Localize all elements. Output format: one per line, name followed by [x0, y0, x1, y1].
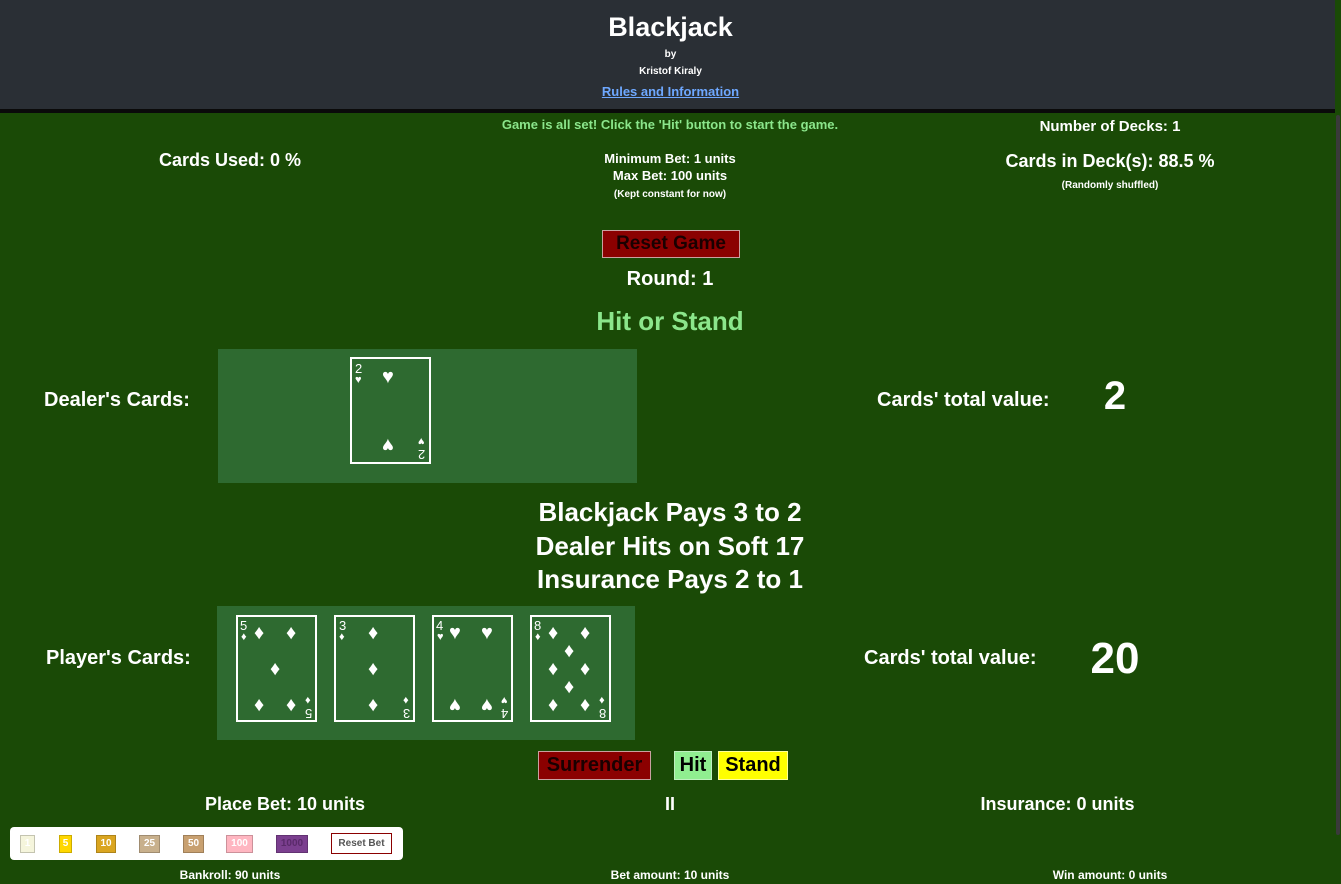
heart-icon: ♥ [501, 694, 508, 706]
card-rank: 3 [403, 706, 411, 721]
chip-50-button[interactable]: 50 [183, 835, 204, 853]
page-title: Blackjack [608, 12, 733, 42]
bankroll-display: Bankroll: 90 units [179, 868, 281, 882]
heart-icon: ♥ [355, 374, 362, 386]
scrollbar-thumb[interactable] [1336, 115, 1340, 835]
diamond-icon: ♦ [286, 622, 297, 644]
diamond-icon: ♦ [368, 694, 379, 716]
diamond-icon: ♦ [564, 640, 575, 662]
chip-1000-button[interactable]: 1000 [276, 835, 308, 853]
cards-used: Cards Used: 0 % [158, 150, 302, 170]
diamond-icon: ♦ [580, 622, 591, 644]
chip-5-button[interactable]: 5 [59, 835, 72, 853]
chip-label: 5 [62, 838, 69, 849]
status-message: Game is all set! Click the 'Hit' button … [501, 117, 839, 132]
kept-constant-note: (Kept constant for now) [613, 189, 727, 200]
chip-label: 50 [187, 838, 200, 849]
stand-button[interactable]: Stand [718, 751, 788, 780]
byline: by [664, 49, 677, 60]
chip-label: 100 [231, 838, 248, 849]
playing-card: 2 ♥ ♥ ♥ ♥ 2 [350, 357, 431, 464]
number-of-decks: Number of Decks: 1 [1039, 118, 1181, 135]
card-rank: 8 [599, 706, 607, 721]
header: Blackjack by Kristof Kiraly Rules and In… [0, 0, 1341, 113]
author-name: Kristof Kiraly [639, 66, 702, 77]
chip-label: 25 [143, 838, 156, 849]
card-rank: 4 [501, 706, 509, 721]
playing-card: 5 ♦ ♦ ♦ ♦ ♦ ♦ ♦ 5 [236, 615, 317, 722]
surrender-button[interactable]: Surrender [538, 751, 651, 780]
chip-1-button[interactable]: 1 [20, 835, 35, 853]
heart-icon: ♥ [418, 435, 425, 447]
diamond-icon: ♦ [368, 658, 379, 680]
heart-icon: ♥ [449, 694, 461, 716]
diamond-icon: ♦ [305, 694, 311, 706]
diamond-icon: ♦ [403, 694, 409, 706]
chip-label: 1000 [280, 838, 304, 849]
heart-icon: ♥ [437, 631, 444, 643]
player-cards-label: Player's Cards: [46, 647, 191, 669]
reset-bet-button[interactable]: Reset Bet [331, 833, 392, 854]
dealer-cards-label: Dealer's Cards: [44, 389, 190, 411]
diamond-icon: ♦ [548, 694, 559, 716]
hit-button[interactable]: Hit [674, 751, 712, 780]
chip-label: 10 [100, 838, 112, 849]
heart-icon: ♥ [382, 366, 394, 388]
diamond-icon: ♦ [254, 694, 265, 716]
diamond-icon: ♦ [286, 694, 297, 716]
diamond-icon: ♦ [270, 658, 281, 680]
diamond-icon: ♦ [580, 658, 591, 680]
player-value-label: Cards' total value: [864, 647, 1037, 669]
diamond-icon: ♦ [339, 631, 345, 643]
heart-icon: ♥ [481, 622, 493, 644]
chip-label: 1 [24, 838, 31, 849]
diamond-icon: ♦ [535, 631, 541, 643]
reset-game-button[interactable]: Reset Game [602, 230, 740, 258]
chip-25-button[interactable]: 25 [139, 835, 160, 853]
card-rank: 2 [418, 447, 426, 462]
card-rank: 5 [305, 706, 313, 721]
player-total-value: 20 [1090, 634, 1140, 683]
playing-card: 8 ♦ ♦ ♦ ♦ ♦ ♦ ♦ ♦ ♦ ♦ 8 [530, 615, 611, 722]
chip-10-button[interactable]: 10 [96, 835, 116, 853]
dealer-total-value: 2 [1103, 374, 1127, 418]
diamond-icon: ♦ [564, 676, 575, 698]
dealer-card-area: 2 ♥ ♥ ♥ ♥ 2 [218, 349, 637, 483]
rule-dealer-hits: Dealer Hits on Soft 17 [535, 531, 805, 561]
place-bet-display: Place Bet: 10 units [204, 794, 366, 814]
diamond-icon: ♦ [241, 631, 247, 643]
diamond-icon: ♦ [599, 694, 605, 706]
heart-icon: ♥ [481, 694, 493, 716]
cards-in-deck: Cards in Deck(s): 88.5 % [1005, 151, 1215, 171]
win-amount-display: Win amount: 0 units [1052, 868, 1168, 882]
heart-icon: ♥ [382, 434, 394, 456]
max-bet: Max Bet: 100 units [612, 168, 728, 183]
game-phase: Hit or Stand [596, 306, 744, 336]
diamond-icon: ♦ [548, 622, 559, 644]
shuffled-note: (Randomly shuffled) [1061, 180, 1159, 191]
diamond-icon: ♦ [254, 622, 265, 644]
pause-icon: II [665, 794, 676, 814]
diamond-icon: ♦ [548, 658, 559, 680]
heart-icon: ♥ [449, 622, 461, 644]
playing-card: 3 ♦ ♦ ♦ ♦ ♦ 3 [334, 615, 415, 722]
playing-card: 4 ♥ ♥ ♥ ♥ ♥ ♥ 4 [432, 615, 513, 722]
chip-100-button[interactable]: 100 [226, 835, 253, 853]
insurance-display: Insurance: 0 units [980, 794, 1135, 814]
minimum-bet: Minimum Bet: 1 units [604, 151, 736, 166]
rule-insurance-pays: Insurance Pays 2 to 1 [537, 564, 803, 594]
player-card-area: 5 ♦ ♦ ♦ ♦ ♦ ♦ ♦ 5 3 ♦ ♦ ♦ ♦ ♦ 3 4 ♥ ♥ ♥ … [217, 606, 635, 740]
round-counter: Round: 1 [626, 268, 714, 290]
dealer-value-label: Cards' total value: [877, 389, 1050, 411]
diamond-icon: ♦ [580, 694, 591, 716]
rule-blackjack-pays: Blackjack Pays 3 to 2 [538, 497, 802, 527]
bet-amount-display: Bet amount: 10 units [610, 868, 730, 882]
chip-tray: 1 5 10 25 50 100 1000 Reset Bet [10, 827, 403, 860]
rules-link[interactable]: Rules and Information [602, 84, 739, 99]
diamond-icon: ♦ [368, 622, 379, 644]
